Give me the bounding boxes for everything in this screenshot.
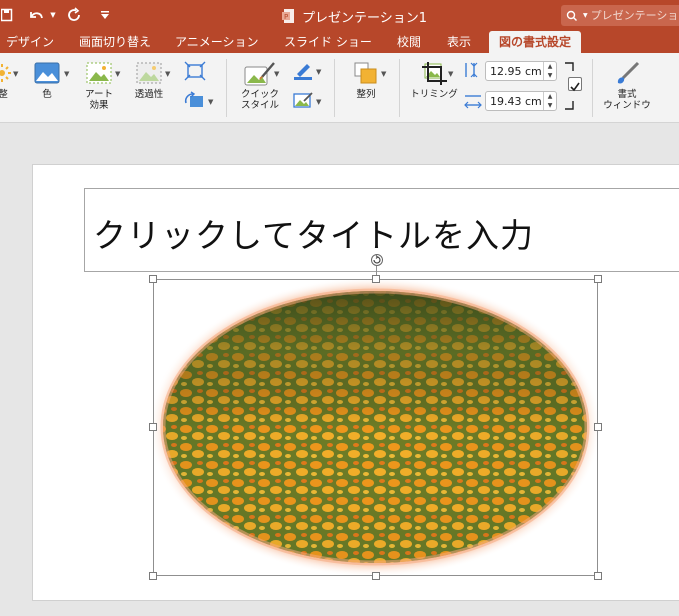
artistic-effects-label-1: アート (85, 89, 113, 100)
picture-selection-frame (153, 279, 598, 576)
document-title: P プレゼンテーション1 (282, 6, 427, 26)
resize-handle-bottom[interactable] (372, 572, 380, 580)
arrange-label: 整列 (356, 89, 376, 100)
picture-effects-icon[interactable] (292, 91, 314, 111)
artistic-effects-label-2: 効果 (89, 100, 109, 111)
svg-text:P: P (284, 13, 288, 21)
width-decrease-icon[interactable]: ▼ (543, 101, 556, 110)
ribbon-separator (592, 59, 593, 117)
resize-handle-top-left[interactable] (149, 275, 157, 283)
compress-pictures-icon[interactable] (184, 61, 206, 81)
format-pane-label-2: ウィンドウ (603, 100, 651, 111)
color-dropdown-icon[interactable]: ▼ (64, 70, 69, 78)
search-box[interactable]: ▼ (561, 5, 679, 26)
presentation-file-icon: P (282, 9, 294, 23)
shape-height-icon (464, 61, 480, 79)
width-increase-icon[interactable]: ▲ (543, 92, 556, 101)
height-increase-icon[interactable]: ▲ (543, 62, 556, 71)
shape-height-input[interactable] (490, 64, 544, 78)
color-label: 色 (42, 89, 52, 100)
crop-button[interactable]: トリミング (408, 61, 460, 100)
artistic-effects-dropdown-icon[interactable]: ▼ (115, 70, 120, 78)
tab-slide-show[interactable]: スライド ショー (284, 31, 372, 53)
picture-effects-dropdown-icon[interactable]: ▼ (316, 98, 321, 106)
tab-review[interactable]: 校閲 (397, 31, 421, 53)
quick-styles-dropdown-icon[interactable]: ▼ (274, 70, 279, 78)
shape-height-field[interactable]: ▲ ▼ (485, 61, 557, 81)
quick-styles-label-1: クイック (240, 89, 279, 100)
tab-picture-format[interactable]: 図の書式設定 (489, 31, 582, 53)
quick-styles-button[interactable]: クイック スタイル (238, 61, 282, 111)
crop-label: トリミング (410, 89, 458, 100)
arrange-icon (353, 61, 379, 85)
transparency-icon (136, 61, 162, 85)
quick-styles-icon (244, 61, 276, 86)
tab-animations[interactable]: アニメーション (175, 31, 259, 53)
resize-handle-right[interactable] (594, 423, 602, 431)
format-pane-button[interactable]: 書式 ウィンドウ (600, 61, 654, 111)
undo-dropdown-icon[interactable]: ▼ (48, 5, 58, 25)
customize-toolbar-icon[interactable] (98, 5, 112, 25)
resize-handle-bottom-left[interactable] (149, 572, 157, 580)
reset-picture-dropdown-icon[interactable]: ▼ (208, 98, 213, 106)
document-title-text: プレゼンテーション1 (302, 10, 428, 26)
transparency-label: 透過性 (134, 89, 164, 100)
quick-styles-label-2: スタイル (240, 100, 279, 111)
title-bar: ▼ P プレゼンテーション1 ▼ (0, 0, 679, 31)
ribbon-separator (334, 59, 335, 117)
undo-icon[interactable] (25, 5, 47, 25)
ribbon-tabs: デザイン 画面切り替え アニメーション スライド ショー 校閲 表示 図の書式設… (0, 31, 679, 53)
tab-view[interactable]: 表示 (447, 31, 471, 53)
picture-border-icon[interactable] (292, 61, 314, 81)
transparency-dropdown-icon[interactable]: ▼ (165, 70, 170, 78)
picture-border-dropdown-icon[interactable]: ▼ (316, 68, 321, 76)
ribbon-separator (399, 59, 400, 117)
resize-handle-left[interactable] (149, 423, 157, 431)
shape-width-field[interactable]: ▲ ▼ (485, 91, 557, 111)
search-input[interactable] (590, 9, 679, 22)
save-icon[interactable] (0, 5, 14, 25)
format-pane-brush-icon (614, 61, 640, 85)
tab-design[interactable]: デザイン (6, 31, 54, 53)
height-decrease-icon[interactable]: ▼ (543, 71, 556, 80)
lock-aspect-ratio-checkbox[interactable] (568, 77, 582, 92)
shape-width-icon (464, 93, 482, 109)
corrections-button[interactable]: 整 (0, 61, 14, 100)
resize-handle-top[interactable] (372, 275, 380, 283)
rotate-handle-icon[interactable] (370, 252, 384, 266)
picture-color-icon (34, 61, 60, 85)
title-placeholder-text: クリックしてタイトルを入力 (93, 216, 535, 255)
artistic-effects-button[interactable]: アート 効果 (81, 61, 117, 111)
shape-width-input[interactable] (490, 94, 544, 108)
arrange-dropdown-icon[interactable]: ▼ (381, 70, 386, 78)
tab-transitions[interactable]: 画面切り替え (79, 31, 151, 53)
corrections-label: 整 (0, 89, 8, 100)
ribbon-separator (226, 59, 227, 117)
resize-handle-bottom-right[interactable] (594, 572, 602, 580)
crop-dropdown-icon[interactable]: ▼ (448, 70, 453, 78)
corrections-dropdown-icon[interactable]: ▼ (13, 70, 18, 78)
search-dropdown-icon: ▼ (583, 12, 588, 19)
reset-picture-icon[interactable] (184, 91, 206, 111)
arrange-button[interactable]: 整列 (346, 61, 386, 100)
color-button[interactable]: 色 (30, 61, 64, 100)
format-pane-label-1: 書式 (617, 89, 637, 100)
search-icon (566, 10, 577, 21)
redo-icon[interactable] (66, 5, 84, 25)
resize-handle-top-right[interactable] (594, 275, 602, 283)
ribbon: 整 ▼ 色 ▼ アート 効果 ▼ 透過性 ▼ ▼ クイック スタイル ▼ ▼ ▼… (0, 53, 679, 123)
transparency-button[interactable]: 透過性 (130, 61, 168, 100)
crop-icon (421, 61, 447, 85)
artistic-effects-icon (86, 61, 112, 85)
